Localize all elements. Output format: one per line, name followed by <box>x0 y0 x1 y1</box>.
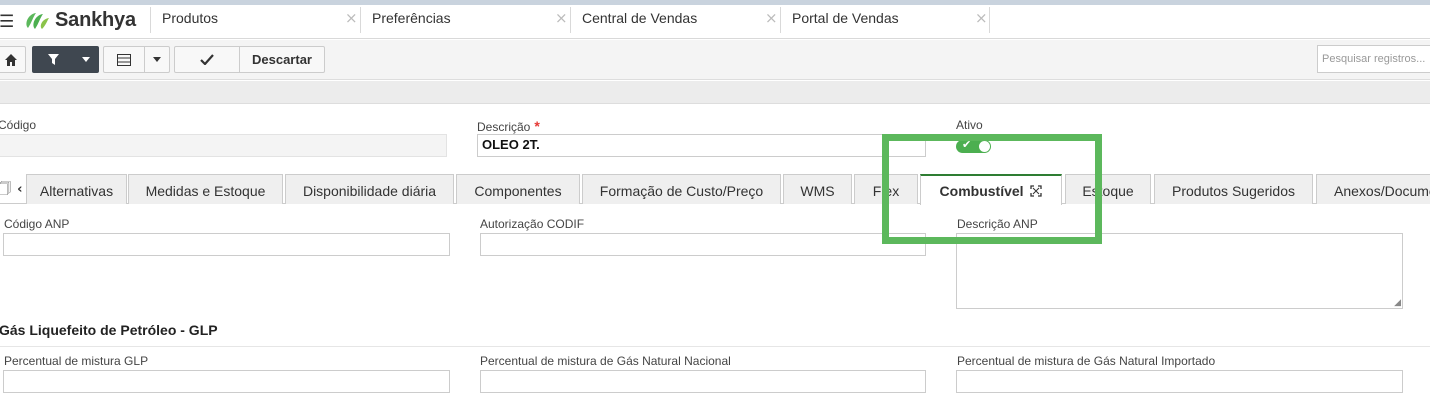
filter-button[interactable] <box>32 46 74 73</box>
codigo-anp-label: Código ANP <box>4 217 70 231</box>
tab-label: Produtos <box>162 10 219 26</box>
caret-down-icon <box>153 57 161 62</box>
tab-componentes[interactable]: Componentes <box>456 174 580 204</box>
tab-label: Preferências <box>372 10 451 26</box>
tab-label: Portal de Vendas <box>792 10 899 26</box>
toolbar: Descartar <box>0 40 1430 80</box>
autorizacao-codif-label: Autorização CODIF <box>480 217 585 231</box>
home-icon <box>5 53 17 66</box>
descricao-label-text: Descrição <box>477 120 531 134</box>
check-icon: ✔ <box>962 138 972 151</box>
descricao-anp-textarea[interactable]: ◢ <box>956 233 1403 309</box>
filter-icon <box>47 54 59 65</box>
tab-combustivel[interactable]: Combustível <box>920 174 1062 205</box>
codigo-field[interactable] <box>0 134 447 157</box>
grid-view-button[interactable] <box>103 46 145 73</box>
brand-name: Sankhya <box>55 9 136 31</box>
tab-portal-de-vendas[interactable]: Portal de Vendas × <box>780 7 990 33</box>
brand-logo[interactable]: Sankhya <box>22 9 136 32</box>
tab-preferencias[interactable]: Preferências × <box>360 7 570 33</box>
caret-down-icon <box>82 57 90 62</box>
header-bar: ☰ Sankhya Produtos × Preferências × Cent… <box>0 5 1430 39</box>
perc-glp-label: Percentual de mistura GLP <box>4 354 149 368</box>
codigo-anp-field[interactable] <box>3 233 450 256</box>
tab-formacao-custo-preco[interactable]: Formação de Custo/Preço <box>582 174 781 204</box>
ativo-toggle[interactable]: ✔ <box>956 138 991 153</box>
status-bar <box>0 81 1430 104</box>
close-icon[interactable]: × <box>975 7 988 29</box>
tab-alternativas[interactable]: Alternativas <box>26 174 127 204</box>
section-divider <box>0 346 1430 347</box>
tab-disponibilidade-diaria[interactable]: Disponibilidade diária <box>285 174 454 204</box>
app-tabs: Produtos × Preferências × Central de Ven… <box>150 5 990 39</box>
tab-estoque[interactable]: Estoque <box>1065 174 1151 204</box>
perc-gn-nacional-field[interactable] <box>480 370 926 393</box>
form-tabs: Alternativas Medidas e Estoque Disponibi… <box>0 174 1430 205</box>
save-button[interactable] <box>174 46 240 73</box>
discard-button[interactable]: Descartar <box>240 46 325 73</box>
filter-dropdown-button[interactable] <box>74 46 99 73</box>
close-icon[interactable]: × <box>555 7 568 29</box>
required-asterisk: * <box>534 118 540 134</box>
resize-handle-icon[interactable]: ◢ <box>1394 297 1401 308</box>
tab-produtos[interactable]: Produtos × <box>150 7 360 33</box>
toggle-knob <box>979 141 990 152</box>
sankhya-logo-icon <box>22 10 52 32</box>
grid-icon <box>117 53 131 66</box>
expand-icon[interactable] <box>1030 185 1043 197</box>
codigo-label: Código <box>0 118 37 132</box>
perc-gn-importado-label: Percentual de mistura de Gás Natural Imp… <box>957 354 1216 368</box>
home-button[interactable] <box>0 46 26 73</box>
tab-wms[interactable]: WMS <box>783 174 852 204</box>
tab-label: Combustível <box>939 183 1024 199</box>
perc-gn-nacional-label: Percentual de mistura de Gás Natural Nac… <box>480 354 731 368</box>
glp-section-title: Gás Liquefeito de Petróleo - GLP <box>0 322 218 338</box>
tab-central-de-vendas[interactable]: Central de Vendas × <box>570 7 780 33</box>
descricao-field[interactable]: OLEO 2T. <box>477 134 926 157</box>
hamburger-menu-icon[interactable]: ☰ <box>0 12 14 32</box>
search-input[interactable] <box>1317 45 1430 73</box>
ativo-label: Ativo <box>956 118 983 132</box>
tab-label: Central de Vendas <box>582 10 698 26</box>
tab-anexos-documentos[interactable]: Anexos/Documentos <box>1316 174 1430 204</box>
tab-flex[interactable]: Flex <box>854 174 918 204</box>
check-icon <box>200 54 214 65</box>
perc-glp-field[interactable] <box>3 370 450 393</box>
descricao-label: Descrição * <box>477 118 540 134</box>
close-icon[interactable]: × <box>345 7 358 29</box>
perc-gn-importado-field[interactable] <box>956 370 1403 393</box>
close-icon[interactable]: × <box>765 7 778 29</box>
tab-produtos-sugeridos[interactable]: Produtos Sugeridos <box>1154 174 1313 204</box>
descricao-anp-label: Descrição ANP <box>957 217 1038 231</box>
grid-dropdown-button[interactable] <box>145 46 170 73</box>
tab-medidas-estoque[interactable]: Medidas e Estoque <box>128 174 283 204</box>
autorizacao-codif-field[interactable] <box>480 233 926 256</box>
